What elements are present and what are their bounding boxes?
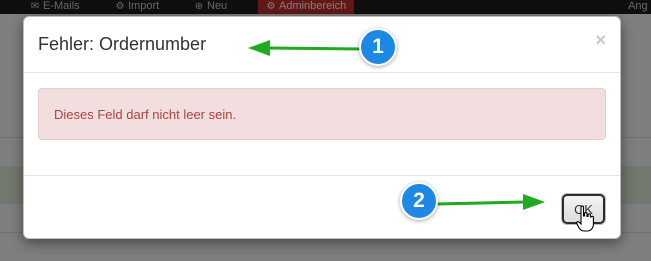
dialog-footer: OK	[24, 175, 620, 239]
dialog-title: Fehler: Ordernumber	[38, 34, 207, 54]
step-badge-1: 1	[359, 28, 397, 66]
error-alert: Dieses Feld darf nicht leer sein.	[38, 88, 606, 140]
hand-cursor-icon	[576, 205, 594, 232]
step-badge-2: 2	[400, 182, 438, 220]
close-button[interactable]: ×	[595, 31, 606, 49]
error-dialog: Fehler: Ordernumber × Dieses Feld darf n…	[23, 16, 621, 239]
dialog-header: Fehler: Ordernumber ×	[24, 17, 620, 73]
